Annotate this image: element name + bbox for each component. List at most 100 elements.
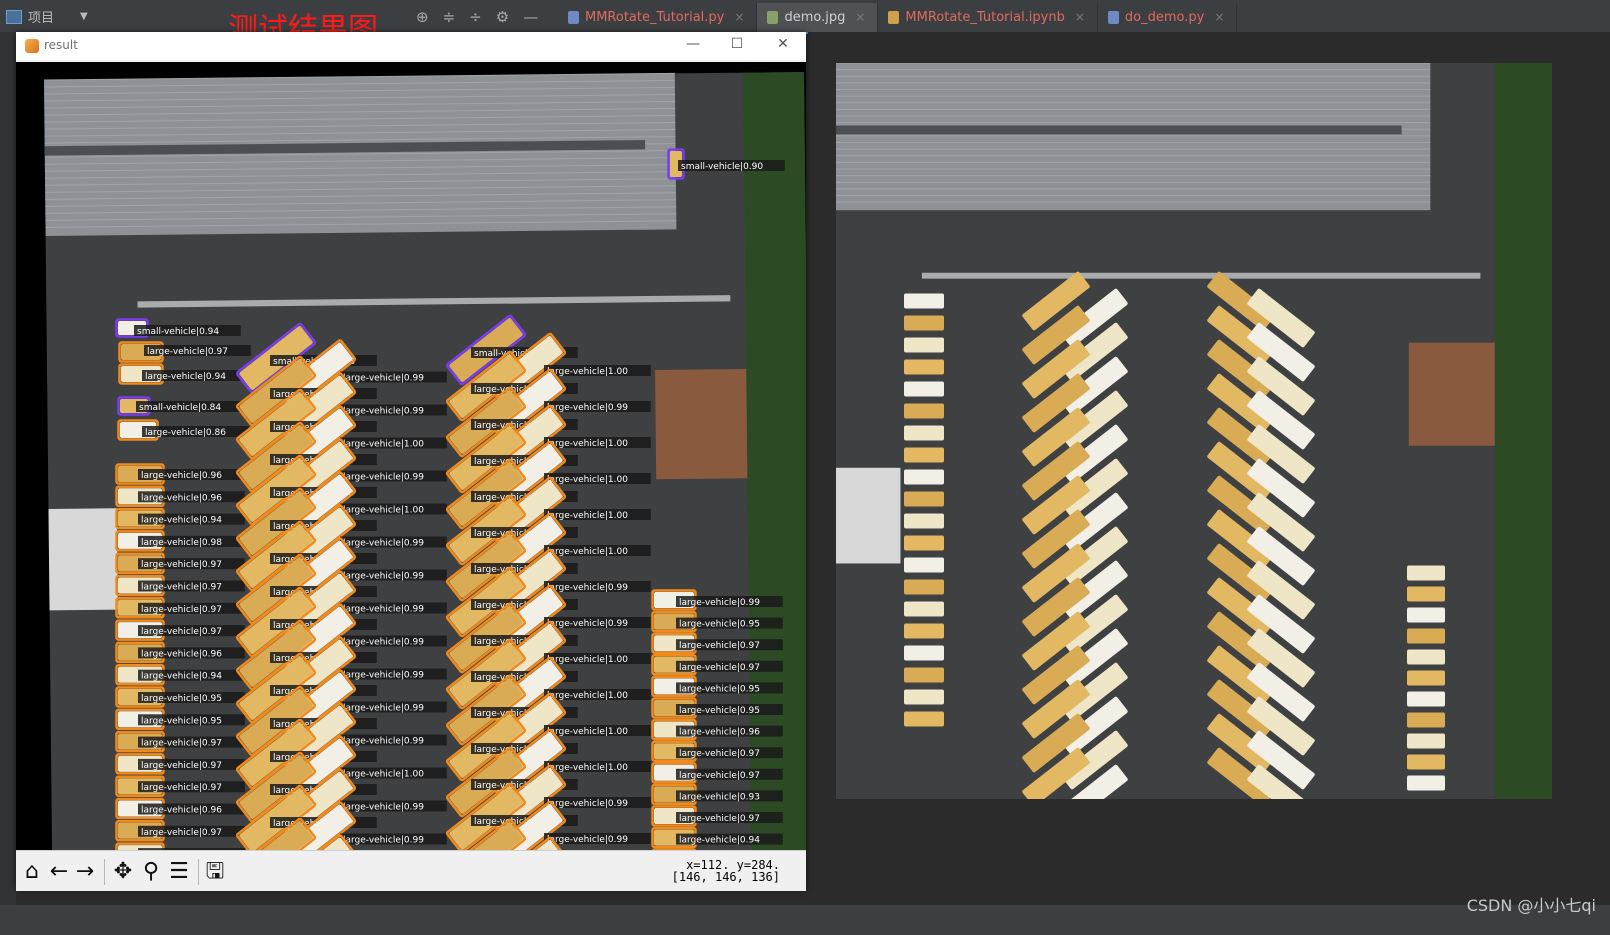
toolbar-separator xyxy=(104,859,105,885)
label-text: large-vehicle|0.96 xyxy=(141,806,222,816)
label-text: large-vehicle|0.95 xyxy=(679,684,760,694)
label-text: large-vehicle|0.99 xyxy=(547,583,628,593)
label-text: large-vehicle|0.99 xyxy=(343,836,424,846)
tab-label: MMRotate_Tutorial.py xyxy=(585,10,725,25)
detection-label: large-vehicle|0.86 xyxy=(142,426,249,438)
vehicle-body xyxy=(904,535,944,551)
detection-label: large-vehicle|0.95 xyxy=(138,714,245,726)
parked-bus xyxy=(904,469,944,485)
label-text: large-vehicle|0.95 xyxy=(679,706,760,716)
matplotlib-toolbar: ⌂ ← → ✥ ⚲ ☰ 🖫 x=112. y=284. [146, 146, 1… xyxy=(16,850,806,891)
detection-label: large-vehicle|0.97 xyxy=(138,602,245,615)
detection-label: large-vehicle|1.00 xyxy=(544,545,651,557)
chevron-down-icon[interactable]: ▼ xyxy=(80,11,88,22)
project-label: 项目 xyxy=(28,11,55,26)
detection-label: large-vehicle|1.00 xyxy=(340,503,447,516)
vehicle-body xyxy=(904,689,944,705)
close-button[interactable]: ✕ xyxy=(768,36,798,56)
vehicle-body xyxy=(904,469,944,485)
detection-label: large-vehicle|0.99 xyxy=(340,371,447,384)
minimize-panel-icon[interactable]: — xyxy=(523,8,538,26)
detection-label: large-vehicle|1.00 xyxy=(544,689,651,701)
locate-icon[interactable]: ⊕ xyxy=(416,8,429,26)
detection-label: large-vehicle|1.00 xyxy=(544,509,651,521)
crosswalk-stripe xyxy=(921,272,1481,279)
save-icon[interactable]: 🖫 xyxy=(202,860,228,886)
label-text: large-vehicle|0.99 xyxy=(547,403,628,413)
parked-bus xyxy=(1407,775,1445,791)
close-tab-icon[interactable]: × xyxy=(1075,3,1085,32)
detection-plot[interactable]: small-vehicle|0.90 small-vehicle|0.94 larg… xyxy=(16,62,806,850)
label-text: large-vehicle|0.96 xyxy=(141,471,222,481)
parked-bus xyxy=(904,403,944,419)
tab-label: MMRotate_Tutorial.ipynb xyxy=(905,10,1065,25)
label-text: large-vehicle|0.94 xyxy=(679,836,760,846)
collapse-all-icon[interactable]: ÷ xyxy=(469,8,482,26)
vehicle-body xyxy=(1407,670,1445,686)
home-icon[interactable]: ⌂ xyxy=(19,860,45,886)
parked-bus xyxy=(904,491,944,507)
close-tab-icon[interactable]: × xyxy=(1214,3,1224,32)
label-text: large-vehicle|0.96 xyxy=(141,649,222,659)
label-text: large-vehicle|0.94 xyxy=(141,516,222,526)
parked-bus xyxy=(1407,691,1445,707)
close-tab-icon[interactable]: × xyxy=(855,3,865,32)
label-text: large-vehicle|0.99 xyxy=(343,572,424,582)
close-tab-icon[interactable]: × xyxy=(734,3,744,32)
label-text: large-vehicle|0.93 xyxy=(679,792,760,802)
python-file-icon xyxy=(568,11,579,24)
label-text: large-vehicle|0.97 xyxy=(141,739,222,749)
editor-tab[interactable]: MMRotate_Tutorial.py × xyxy=(558,3,758,32)
detection-label: large-vehicle|0.97 xyxy=(138,825,245,838)
detection-label: large-vehicle|0.99 xyxy=(544,833,651,845)
vehicle-body xyxy=(904,425,944,441)
detection-label: large-vehicle|0.95 xyxy=(676,704,783,716)
vehicle-body xyxy=(1407,754,1445,770)
label-text: large-vehicle|0.96 xyxy=(141,493,222,503)
detection-label: large-vehicle|0.99 xyxy=(544,617,651,629)
label-text: large-vehicle|0.94 xyxy=(141,672,222,682)
label-text: large-vehicle|0.99 xyxy=(343,539,424,549)
label-text: large-vehicle|0.95 xyxy=(679,620,760,630)
label-text: large-vehicle|0.97 xyxy=(141,783,222,793)
expand-all-icon[interactable]: ≑ xyxy=(443,8,456,26)
label-text: large-vehicle|0.97 xyxy=(141,583,222,593)
parked-bus xyxy=(904,513,944,529)
coordinate-readout: x=112. y=284. [146, 146, 136] xyxy=(672,859,780,883)
forward-icon[interactable]: → xyxy=(72,860,98,886)
label-text: large-vehicle|0.95 xyxy=(141,716,222,726)
vehicle-body xyxy=(1407,586,1445,602)
detection-label: large-vehicle|0.96 xyxy=(138,469,245,481)
back-icon[interactable]: ← xyxy=(46,860,72,886)
detection-label: large-vehicle|0.97 xyxy=(676,660,783,673)
configure-icon[interactable]: ☰ xyxy=(166,860,192,886)
detection-label: large-vehicle|0.99 xyxy=(544,797,651,809)
vehicle-body xyxy=(904,557,944,573)
detection-label: large-vehicle|0.99 xyxy=(676,596,783,608)
label-text: large-vehicle|0.97 xyxy=(141,761,222,771)
window-titlebar[interactable]: result — ☐ ✕ xyxy=(16,32,806,60)
pan-icon[interactable]: ✥ xyxy=(110,860,136,886)
label-text: large-vehicle|0.99 xyxy=(343,671,424,681)
label-text: small-vehicle|0.84 xyxy=(139,403,221,413)
vehicle-body xyxy=(904,513,944,529)
label-text: large-vehicle|0.99 xyxy=(343,407,424,417)
vehicle-body xyxy=(904,623,944,639)
vehicle-body xyxy=(1407,607,1445,623)
dirt-area xyxy=(1408,342,1495,446)
gear-icon[interactable]: ⚙ xyxy=(496,8,509,26)
editor-tab[interactable]: demo.jpg × xyxy=(757,3,879,34)
detection-label: large-vehicle|1.00 xyxy=(544,365,651,377)
label-text: large-vehicle|1.00 xyxy=(547,763,628,773)
white-building xyxy=(836,467,901,564)
maximize-button[interactable]: ☐ xyxy=(722,36,752,56)
minimize-button[interactable]: — xyxy=(678,36,708,56)
label-text: small-vehicle|0.90 xyxy=(681,162,763,172)
parked-bus xyxy=(1407,607,1445,623)
watermark: CSDN @小小七qi xyxy=(1466,896,1596,915)
parked-bus xyxy=(904,667,944,683)
zoom-icon[interactable]: ⚲ xyxy=(138,860,164,886)
detection-label: large-vehicle|0.95 xyxy=(676,682,783,694)
editor-tab[interactable]: MMRotate_Tutorial.ipynb × xyxy=(878,3,1098,32)
project-selector[interactable]: 项目 ▼ xyxy=(6,7,88,26)
